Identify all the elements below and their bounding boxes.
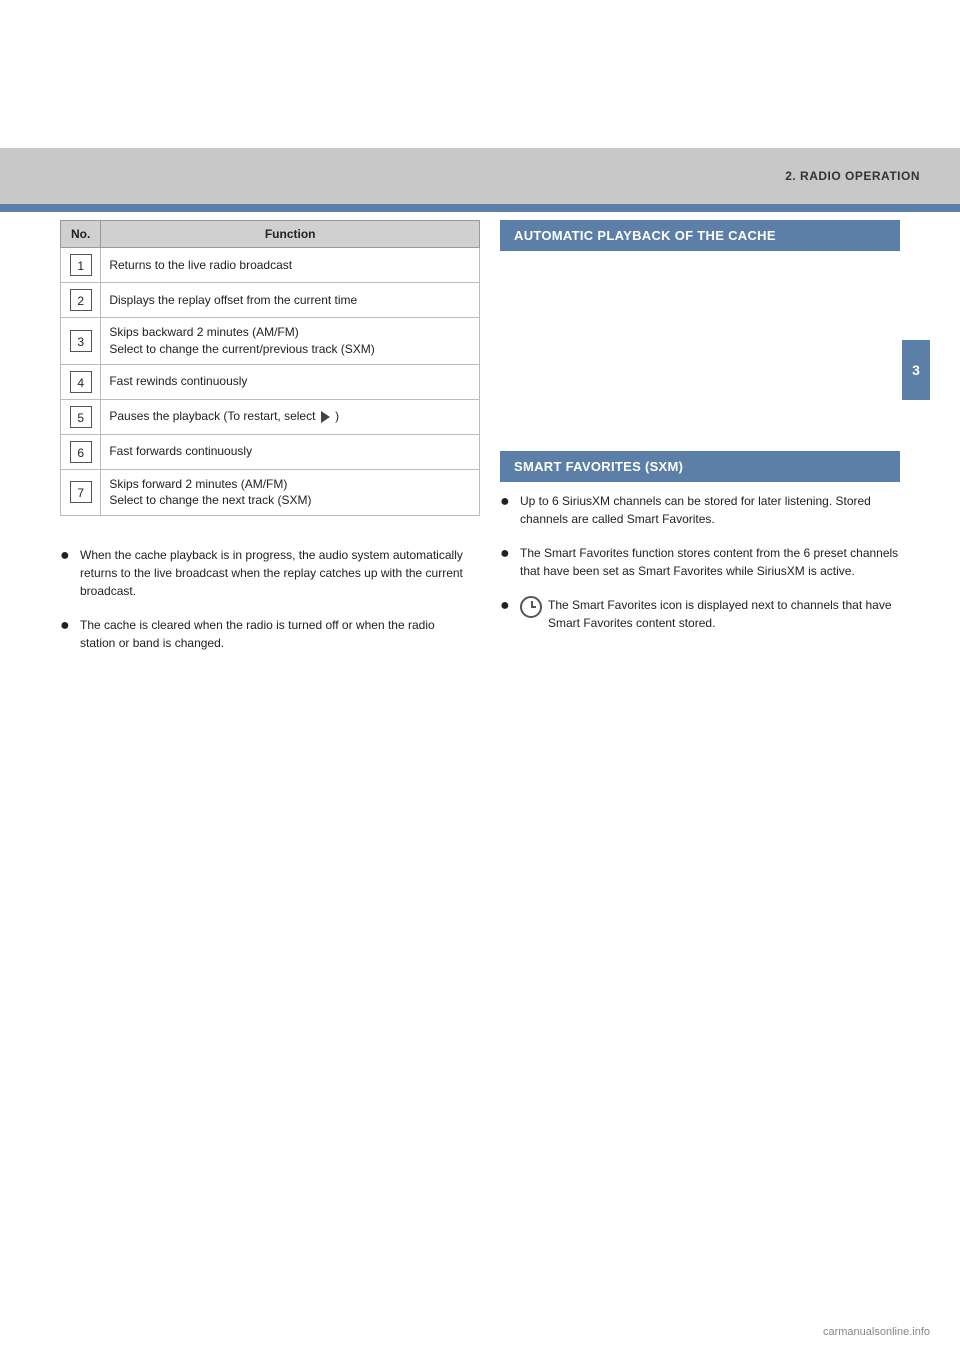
row-function-cell: Fast forwards continuously (101, 434, 480, 469)
table-row: 2 Displays the replay offset from the cur… (61, 283, 480, 318)
bullet-dot-1: ● (60, 546, 76, 600)
function-table: No. Function 1 Returns to the live radio … (60, 220, 480, 516)
table-row: 7 Skips forward 2 minutes (AM/FM)Select t… (61, 469, 480, 516)
row-number-cell: 5 (61, 399, 101, 434)
bullet-dot-2: ● (60, 616, 76, 652)
bullet-dot-right-3: ● (500, 596, 516, 632)
row-function-cell: Skips forward 2 minutes (AM/FM)Select to… (101, 469, 480, 516)
number-box: 7 (70, 481, 92, 503)
table-row: 1 Returns to the live radio broadcast (61, 248, 480, 283)
col-header-function: Function (101, 221, 480, 248)
row-function-cell: Pauses the playback (To restart, select … (101, 399, 480, 434)
bullet-item-right-3: ● The Smart Favorites icon is displayed … (500, 596, 900, 632)
bullet-text-2: The cache is cleared when the radio is t… (80, 616, 470, 652)
row-number-cell: 4 (61, 364, 101, 399)
number-box: 2 (70, 289, 92, 311)
blue-accent-bar (0, 204, 960, 212)
col-header-no: No. (61, 221, 101, 248)
bullet-text-1: When the cache playback is in progress, … (80, 546, 470, 600)
bullet-item-left-1: ● When the cache playback is in progress… (60, 546, 470, 600)
section-label: 2. RADIO OPERATION (785, 169, 920, 183)
bullet-text-right-3: The Smart Favorites icon is displayed ne… (548, 596, 900, 632)
clock-icon (520, 596, 542, 618)
smart-favorites-title: SMART FAVORITES (SXM) (514, 459, 683, 474)
table-row: 6 Fast forwards continuously (61, 434, 480, 469)
row-function-cell: Displays the replay offset from the curr… (101, 283, 480, 318)
bullet-dot-right-2: ● (500, 544, 516, 580)
row-function-cell: Returns to the live radio broadcast (101, 248, 480, 283)
bullet-text-right-2: The Smart Favorites function stores cont… (520, 544, 900, 580)
table-row: 4 Fast rewinds continuously (61, 364, 480, 399)
number-box: 5 (70, 406, 92, 428)
bullet-text-right-1: Up to 6 SiriusXM channels can be stored … (520, 492, 900, 528)
bullet-item-right-2: ● The Smart Favorites function stores co… (500, 544, 900, 580)
row-function-cell: Fast rewinds continuously (101, 364, 480, 399)
row-number-cell: 1 (61, 248, 101, 283)
right-bullet-section: ● Up to 6 SiriusXM channels can be store… (500, 492, 900, 632)
number-box: 1 (70, 254, 92, 276)
row-number-cell: 7 (61, 469, 101, 516)
play-icon (321, 411, 330, 423)
footer-url: carmanualsonline.info (823, 1326, 930, 1338)
table-row: 5 Pauses the playback (To restart, select… (61, 399, 480, 434)
row-number-cell: 2 (61, 283, 101, 318)
row-number-cell: 6 (61, 434, 101, 469)
left-bullet-section: ● When the cache playback is in progress… (60, 546, 480, 652)
right-column: AUTOMATIC PLAYBACK OF THE CACHE 3 SMART … (500, 220, 900, 648)
bullet-item-right-1: ● Up to 6 SiriusXM channels can be store… (500, 492, 900, 528)
smart-favorites-box: SMART FAVORITES (SXM) (500, 451, 900, 482)
side-tab-label: 3 (912, 362, 920, 378)
footer-url-text: carmanualsonline.info (823, 1326, 930, 1338)
left-column: No. Function 1 Returns to the live radio … (60, 220, 480, 668)
bullet-item-left-2: ● The cache is cleared when the radio is… (60, 616, 470, 652)
auto-playback-title: AUTOMATIC PLAYBACK OF THE CACHE (514, 228, 776, 243)
row-function-cell: Skips backward 2 minutes (AM/FM)Select t… (101, 318, 480, 365)
header-bar: 2. RADIO OPERATION (0, 148, 960, 204)
table-row: 3 Skips backward 2 minutes (AM/FM)Select … (61, 318, 480, 365)
bullet-dot-right-1: ● (500, 492, 516, 528)
number-box: 6 (70, 441, 92, 463)
auto-playback-box: AUTOMATIC PLAYBACK OF THE CACHE (500, 220, 900, 251)
number-box: 4 (70, 371, 92, 393)
number-box: 3 (70, 330, 92, 352)
side-tab-number: 3 (902, 340, 930, 400)
row-number-cell: 3 (61, 318, 101, 365)
